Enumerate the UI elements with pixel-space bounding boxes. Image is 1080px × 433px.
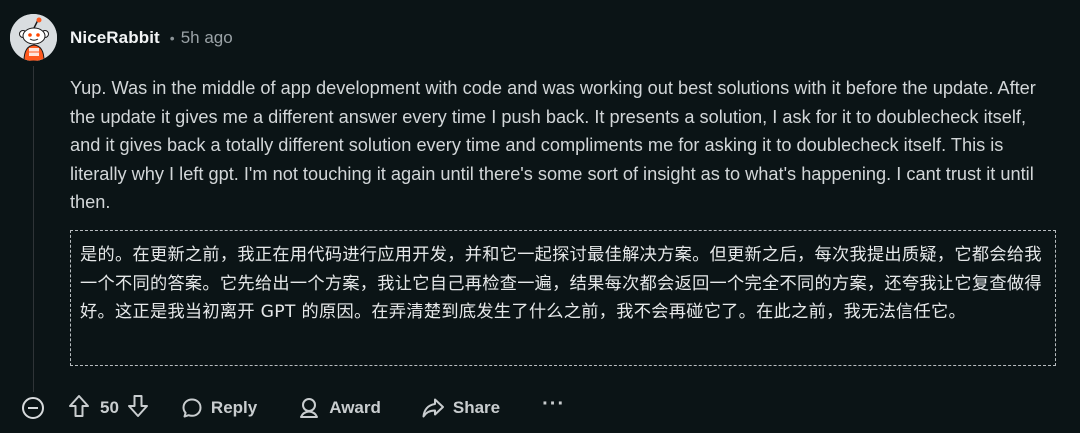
snoo-avatar-icon [10, 14, 57, 61]
comment-header: NiceRabbit • 5h ago [70, 26, 233, 50]
share-icon [421, 397, 445, 419]
timestamp[interactable]: 5h ago [181, 28, 233, 48]
avatar[interactable] [10, 14, 57, 61]
separator-dot: • [169, 30, 175, 46]
downvote-icon[interactable] [127, 394, 149, 423]
comment-body: Yup. Was in the middle of app developmen… [70, 78, 1036, 213]
vote-group: 50 [68, 394, 149, 423]
vote-count: 50 [100, 398, 119, 417]
reply-label: Reply [210, 398, 258, 417]
award-icon [297, 396, 321, 420]
username[interactable]: NiceRabbit [70, 28, 160, 48]
thread-line[interactable] [33, 66, 34, 392]
share-label: Share [452, 398, 501, 417]
translation-box: 是的。在更新之前，我正在用代码进行应用开发，并和它一起探讨最佳解决方案。但更新之… [70, 230, 1056, 366]
reply-icon [181, 397, 203, 419]
reply-button[interactable]: Reply [181, 397, 257, 419]
upvote-icon[interactable] [68, 394, 90, 423]
more-icon[interactable]: ··· [542, 393, 565, 416]
award-label: Award [329, 398, 381, 417]
award-button[interactable]: Award [297, 396, 381, 420]
share-button[interactable]: Share [421, 397, 500, 419]
collapse-icon[interactable] [22, 397, 44, 419]
comment-actions: 50 Reply Award Share ··· [22, 392, 565, 424]
comment: NiceRabbit • 5h ago Yup. Was in the midd… [0, 0, 1080, 433]
